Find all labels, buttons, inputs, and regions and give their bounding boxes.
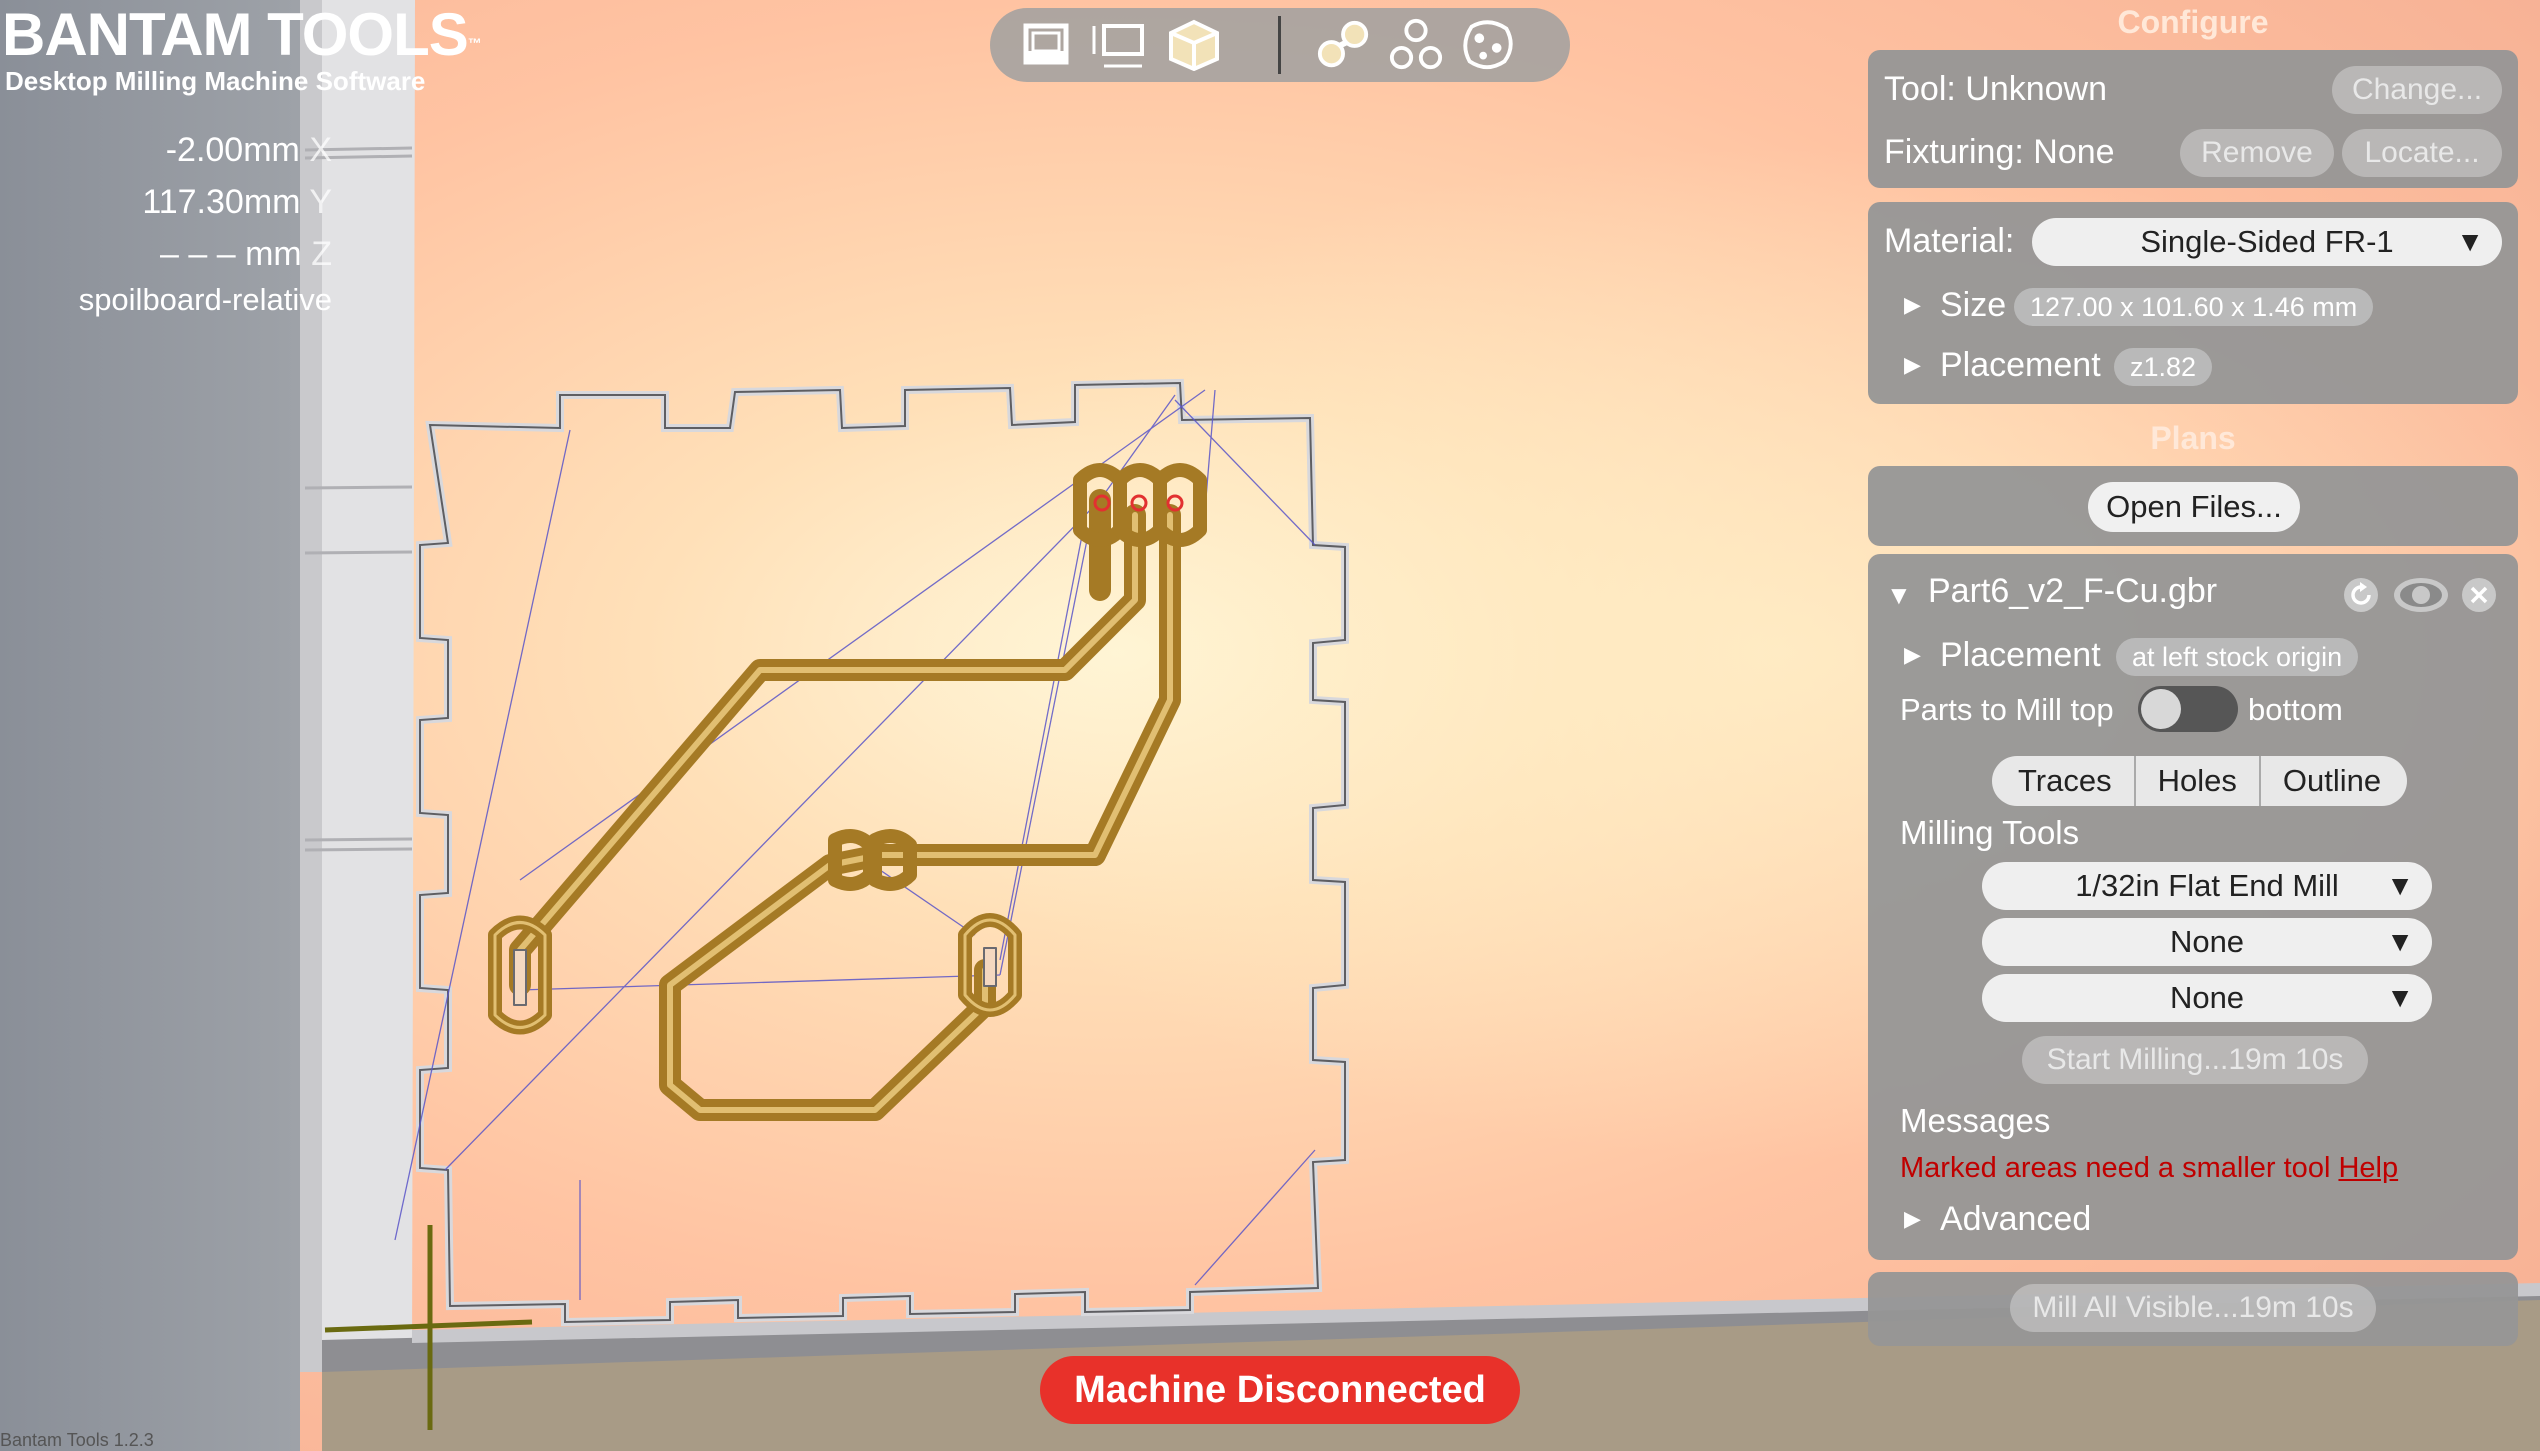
position-readout: -2.00mm X 117.30mm Y – – – mm Z spoilboa… — [0, 124, 332, 326]
brand-subtitle: Desktop Milling Machine Software — [5, 66, 426, 96]
toolbar-divider — [1278, 16, 1281, 74]
help-link[interactable]: Help — [2338, 1152, 2398, 1184]
advanced-expand-icon[interactable]: ▶ — [1904, 1206, 1921, 1232]
mill-all-card: Mill All Visible...19m 10s — [1868, 1272, 2518, 1346]
x-readout: -2.00mm X — [165, 131, 332, 169]
holes-visibility-icon[interactable] — [1388, 18, 1444, 70]
open-files-card: Open Files... — [1868, 466, 2518, 546]
milling-tool-3-value: None — [2169, 980, 2245, 1015]
material-placement-value: z1.82 — [2114, 348, 2213, 386]
chevron-down-icon: ▼ — [2386, 870, 2414, 901]
chevron-down-icon: ▼ — [2386, 982, 2414, 1013]
chevron-down-icon: ▼ — [2456, 226, 2484, 257]
fixturing-label: Fixturing: None — [1884, 133, 2115, 171]
plans-title: Plans — [2150, 420, 2236, 456]
reload-icon[interactable] — [2342, 576, 2380, 614]
view-toolbar — [990, 8, 1570, 82]
version-label: Bantam Tools 1.2.3 — [0, 1430, 154, 1450]
milling-tool-2-value: None — [2169, 924, 2245, 959]
visibility-eye-icon[interactable] — [2392, 574, 2450, 616]
parts-to-mill-toggle[interactable] — [2138, 686, 2238, 732]
plan-placement-label[interactable]: Placement — [1940, 636, 2101, 675]
plan-collapse-icon[interactable]: ▼ — [1886, 580, 1912, 611]
locate-fixturing-button[interactable]: Locate... — [2342, 129, 2502, 177]
outline-visibility-icon[interactable] — [1460, 20, 1516, 70]
smaller-tool-message: Marked areas need a smaller tool Help — [1900, 1152, 2398, 1185]
milling-tool-select-3[interactable]: None ▼ — [1982, 974, 2432, 1022]
open-files-button[interactable]: Open Files... — [2088, 482, 2300, 532]
milling-tool-select-1[interactable]: 1/32in Flat End Mill ▼ — [1982, 862, 2432, 910]
tab-holes[interactable]: Holes — [2133, 756, 2259, 806]
chevron-down-icon: ▼ — [2386, 926, 2414, 957]
material-value: Single-Sided FR-1 — [2140, 224, 2394, 259]
configure-title: Configure — [2117, 4, 2269, 40]
tool-card: Tool: Unknown Change... Fixturing: None … — [1868, 50, 2518, 188]
brand: BANTAM TOOLS™ Desktop Milling Machine So… — [2, 0, 482, 97]
start-milling-button[interactable]: Start Milling...19m 10s — [2022, 1036, 2368, 1084]
top-view-icon[interactable] — [1090, 20, 1146, 70]
size-expand-icon[interactable]: ▶ — [1904, 292, 1921, 318]
remove-plan-icon[interactable] — [2460, 576, 2498, 614]
toggle-knob — [2141, 689, 2181, 729]
mill-all-visible-button[interactable]: Mill All Visible...19m 10s — [2010, 1284, 2376, 1332]
placement-expand-icon[interactable]: ▶ — [1904, 352, 1921, 378]
tool-label: Tool: Unknown — [1884, 70, 2108, 108]
z-readout: – – – mm Z — [160, 235, 332, 273]
3d-view-icon[interactable] — [1166, 19, 1222, 71]
advanced-label[interactable]: Advanced — [1940, 1200, 2091, 1239]
remove-fixturing-button[interactable]: Remove — [2180, 129, 2334, 177]
readout-mode: spoilboard-relative — [78, 282, 332, 317]
material-label: Material: — [1884, 222, 2015, 260]
material-placement-label[interactable]: Placement — [1940, 346, 2101, 385]
plan-file-name: Part6_v2_F-Cu.gbr — [1928, 572, 2218, 610]
plan-tabs: Traces Holes Outline — [1992, 756, 2408, 806]
material-select[interactable]: Single-Sided FR-1 ▼ — [2032, 218, 2502, 266]
parts-to-mill-label: Parts to Mill top — [1900, 692, 2114, 727]
tab-outline[interactable]: Outline — [2258, 756, 2407, 806]
y-readout: 117.30mm Y — [142, 183, 332, 221]
front-view-icon[interactable] — [1018, 20, 1074, 70]
bantam-tools-logo: BANTAM TOOLS™ — [2, 1, 482, 68]
change-tool-button[interactable]: Change... — [2332, 66, 2502, 114]
milling-tool-select-2[interactable]: None ▼ — [1982, 918, 2432, 966]
messages-label: Messages — [1900, 1102, 2051, 1139]
milling-tool-1-value: 1/32in Flat End Mill — [2075, 868, 2339, 903]
plan-placement-value: at left stock origin — [2116, 638, 2359, 676]
size-value: 127.00 x 101.60 x 1.46 mm — [2014, 288, 2374, 326]
plan-placement-expand-icon[interactable]: ▶ — [1904, 642, 1921, 668]
material-card: Material: Single-Sided FR-1 ▼ ▶ Size 127… — [1868, 202, 2518, 404]
parts-bottom-label: bottom — [2248, 692, 2343, 727]
machine-status-badge: Machine Disconnected — [1040, 1356, 1520, 1424]
milling-tools-label: Milling Tools — [1900, 814, 2080, 851]
size-label[interactable]: Size — [1940, 286, 2006, 325]
traces-visibility-icon[interactable] — [1316, 20, 1372, 70]
tab-traces[interactable]: Traces — [1992, 756, 2134, 806]
message-text: Marked areas need a smaller tool — [1900, 1152, 2331, 1184]
